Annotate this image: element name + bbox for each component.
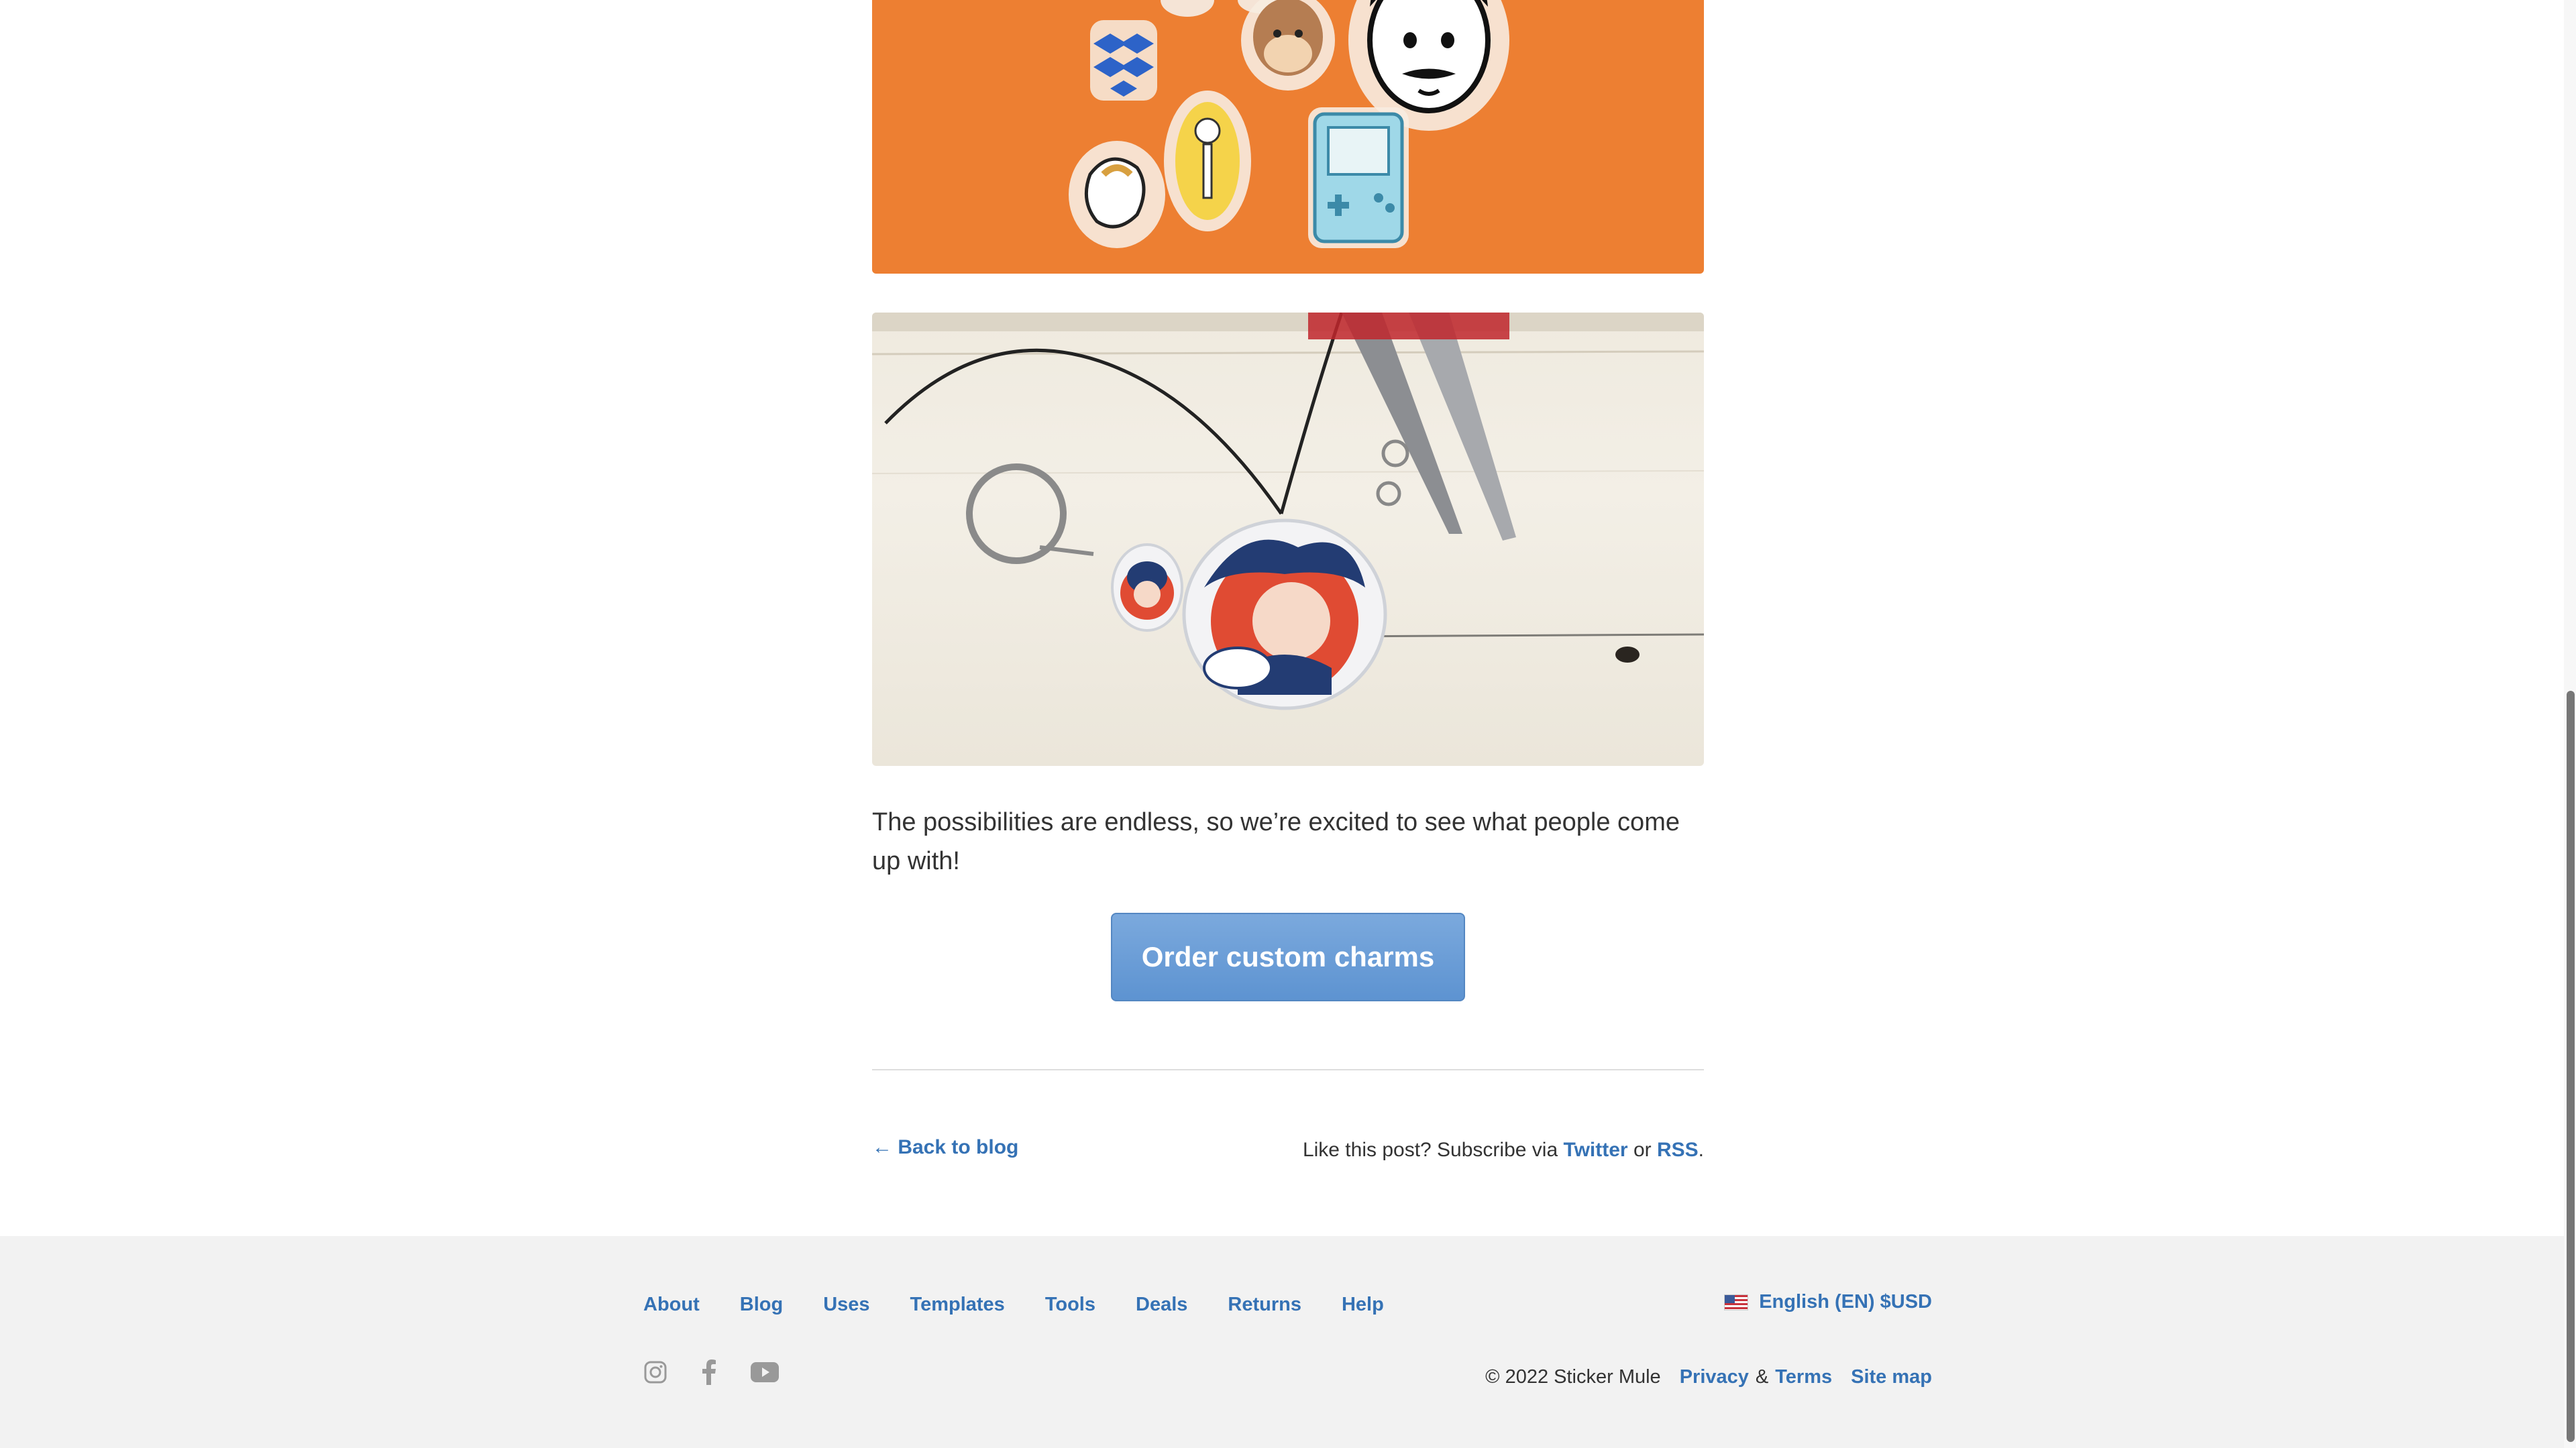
youtube-icon[interactable]: [751, 1362, 779, 1382]
footer-link-templates[interactable]: Templates: [910, 1294, 1005, 1316]
subscribe-prefix: Like this post? Subscribe via: [1302, 1139, 1558, 1161]
footer-link-help[interactable]: Help: [1342, 1294, 1384, 1316]
twitter-link[interactable]: Twitter: [1563, 1139, 1627, 1161]
back-to-blog-link[interactable]: ← Back to blog: [872, 1136, 1018, 1159]
charms-orange-image: [872, 0, 1704, 274]
divider: [872, 1069, 1704, 1070]
us-flag-icon: [1724, 1294, 1749, 1311]
footer-link-blog[interactable]: Blog: [740, 1294, 783, 1316]
footer-legal: © 2022 Sticker Mule Privacy & Terms Site…: [1485, 1366, 1932, 1388]
footer-link-uses[interactable]: Uses: [823, 1294, 869, 1316]
footer-link-tools[interactable]: Tools: [1045, 1294, 1095, 1316]
privacy-link[interactable]: Privacy: [1680, 1366, 1749, 1388]
terms-link[interactable]: Terms: [1775, 1366, 1832, 1388]
scrollbar[interactable]: [2564, 0, 2576, 1448]
footer-link-deals[interactable]: Deals: [1136, 1294, 1187, 1316]
charm-keychain-photo: [872, 313, 1704, 766]
footer-link-returns[interactable]: Returns: [1228, 1294, 1301, 1316]
legal-amp: &: [1755, 1366, 1769, 1388]
footer-nav: About Blog Uses Templates Tools Deals Re…: [643, 1294, 1424, 1316]
rss-link[interactable]: RSS: [1657, 1139, 1699, 1161]
language-selector[interactable]: English (EN) $USD: [1724, 1291, 1932, 1313]
article-paragraph: The possibilities are endless, so we’re …: [872, 808, 1680, 875]
subscribe-or: or: [1633, 1139, 1652, 1161]
language-label: English (EN) $USD: [1759, 1291, 1932, 1313]
order-custom-charms-button[interactable]: Order custom charms: [1111, 913, 1465, 1001]
facebook-icon[interactable]: [701, 1359, 717, 1385]
site-map-link[interactable]: Site map: [1851, 1366, 1932, 1388]
site-footer: About Blog Uses Templates Tools Deals Re…: [0, 1236, 2576, 1448]
social-links: [643, 1359, 779, 1385]
subscribe-line: Like this post? Subscribe via Twitter or…: [1303, 1139, 1704, 1162]
subscribe-suffix: .: [1698, 1139, 1704, 1161]
scrollbar-thumb[interactable]: [2567, 691, 2575, 1442]
instagram-icon[interactable]: [643, 1360, 667, 1384]
footer-link-about[interactable]: About: [643, 1294, 700, 1316]
copyright: © 2022 Sticker Mule: [1485, 1366, 1661, 1388]
